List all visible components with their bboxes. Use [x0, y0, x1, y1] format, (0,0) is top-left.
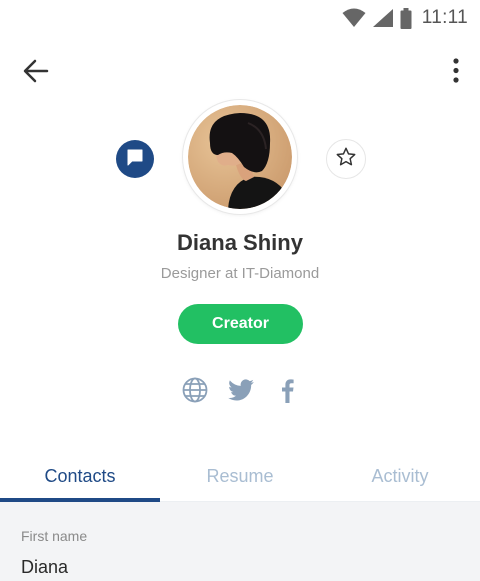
status-time: 11:11: [421, 7, 468, 28]
more-options-button[interactable]: [444, 55, 468, 87]
more-vertical-icon: [444, 58, 468, 91]
twitter-icon[interactable]: [227, 376, 255, 404]
back-button[interactable]: [20, 55, 52, 87]
globe-icon[interactable]: [181, 376, 209, 404]
wifi-icon: [342, 8, 366, 28]
avatar-frame: [183, 100, 297, 214]
status-bar: 11:11: [0, 0, 480, 36]
message-button[interactable]: [116, 140, 154, 178]
arrow-left-icon: [20, 59, 52, 91]
cellular-signal-icon: [372, 8, 394, 28]
profile-screen: 11:11 Diana Shiny Designer at IT-Diamond…: [0, 0, 480, 581]
profile-subtitle: Designer at IT-Diamond: [160, 265, 320, 282]
creator-button[interactable]: Creator: [178, 304, 303, 344]
first-name-value: Diana: [21, 557, 69, 577]
first-name-label: First name: [21, 528, 88, 544]
star-outline-icon: [335, 146, 357, 173]
favorite-button[interactable]: [326, 139, 366, 179]
avatar: [188, 105, 292, 209]
social-links: [0, 376, 480, 404]
chat-bubble-icon: [126, 148, 144, 171]
tab-contacts[interactable]: Contacts: [0, 450, 160, 502]
tab-activity[interactable]: Activity: [320, 450, 480, 502]
tab-resume[interactable]: Resume: [160, 450, 320, 502]
profile-tabs: Contacts Resume Activity: [0, 450, 480, 502]
profile-name: Diana Shiny: [177, 230, 303, 255]
battery-icon: [400, 7, 412, 29]
facebook-icon[interactable]: [274, 376, 302, 404]
